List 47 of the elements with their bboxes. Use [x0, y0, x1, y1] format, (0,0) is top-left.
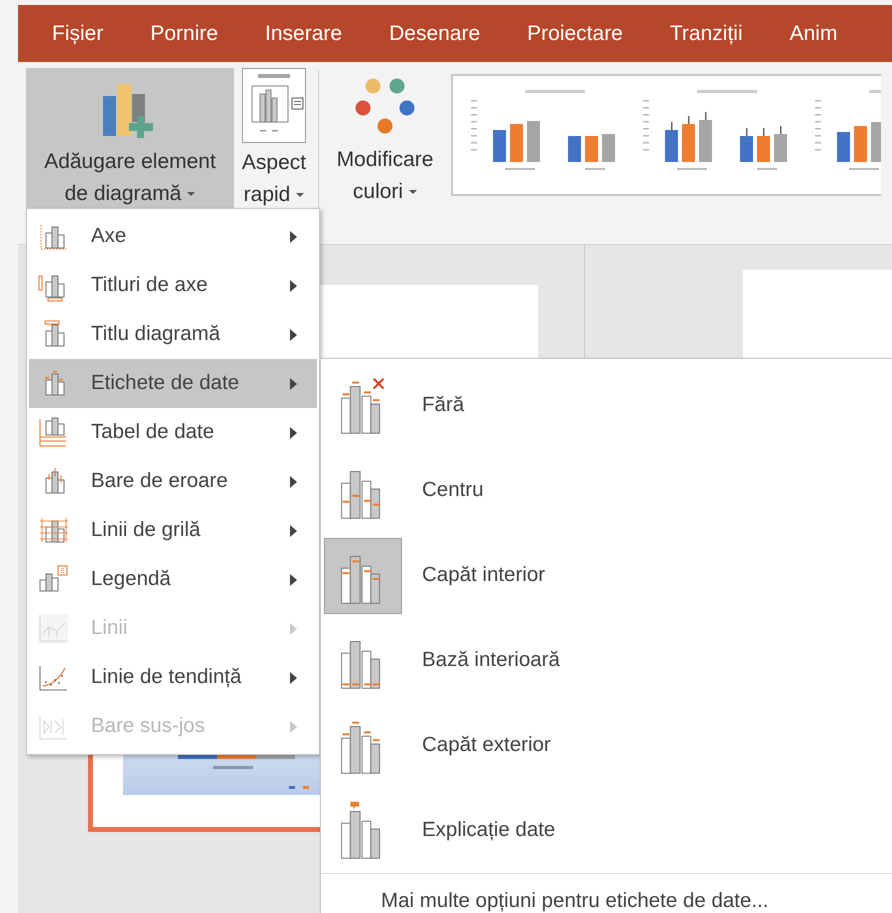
menu-item[interactable]: Legendă	[29, 555, 317, 604]
submenu-arrow-icon	[290, 230, 297, 242]
data-table-chart-icon	[37, 416, 69, 448]
quick-layout-button[interactable]: Aspect rapid	[234, 68, 314, 208]
menu-item[interactable]: Axe	[29, 212, 317, 261]
more-options-link[interactable]: Mai multe opțiuni pentru etichete de date...	[321, 873, 892, 913]
submenu-arrow-icon	[290, 720, 297, 732]
submenu-arrow-icon	[290, 622, 297, 634]
menu-item[interactable]: Linii de grilă	[29, 506, 317, 555]
line-chart-icon	[37, 612, 69, 644]
menu-item[interactable]: Titluri de axe	[29, 261, 317, 310]
ribbon-tab[interactable]: Inserare	[265, 18, 342, 50]
submenu-arrow-icon	[290, 672, 297, 684]
ribbon-tab[interactable]: Fișier	[52, 18, 104, 50]
legend-marker	[289, 786, 295, 789]
change-colors-button[interactable]: Modificare culori	[325, 68, 445, 208]
menu-item[interactable]: Tabel de date	[29, 408, 317, 457]
submenu-arrow-icon	[290, 426, 297, 438]
submenu-item[interactable]: Capăt interior	[321, 533, 892, 618]
menu-item[interactable]: Titlu diagramă	[29, 310, 317, 359]
ribbon-tab[interactable]: Pornire	[150, 18, 218, 50]
submenu-item[interactable]: Bază interioară	[321, 618, 892, 703]
legend-marker	[303, 786, 309, 789]
menu-item[interactable]: Linie de tendință	[29, 653, 317, 702]
add-chart-element-button[interactable]: Adăugare element de diagramă	[26, 68, 234, 208]
axis-title	[213, 766, 253, 769]
caret-icon	[409, 190, 418, 194]
submenu-item[interactable]: Capăt exterior	[321, 703, 892, 788]
submenu-item[interactable]: Centru	[321, 448, 892, 533]
submenu-arrow-icon	[290, 328, 297, 340]
submenu-arrow-icon	[290, 476, 297, 488]
caret-icon	[296, 193, 304, 198]
ribbon-tab[interactable]: Tranziții	[670, 18, 743, 50]
menu-item[interactable]: Bare de eroare	[29, 457, 317, 506]
menu-item[interactable]: Etichete de date	[29, 359, 317, 408]
submenu-arrow-icon	[290, 280, 297, 292]
caret-icon	[187, 192, 196, 196]
chart-layout-icon	[242, 68, 306, 143]
submenu-arrow-icon	[290, 524, 297, 536]
color-dots-icon	[354, 78, 416, 136]
submenu-item[interactable]: Explicație date	[321, 788, 892, 873]
ribbon-tab[interactable]: Proiectare	[527, 18, 623, 50]
ribbon-tab[interactable]: Anim	[790, 18, 838, 50]
submenu-item[interactable]: Fără	[321, 363, 892, 448]
submenu-arrow-icon	[290, 574, 297, 586]
ribbon-tab[interactable]: Desenare	[389, 18, 480, 50]
submenu-arrow-icon	[290, 378, 297, 390]
